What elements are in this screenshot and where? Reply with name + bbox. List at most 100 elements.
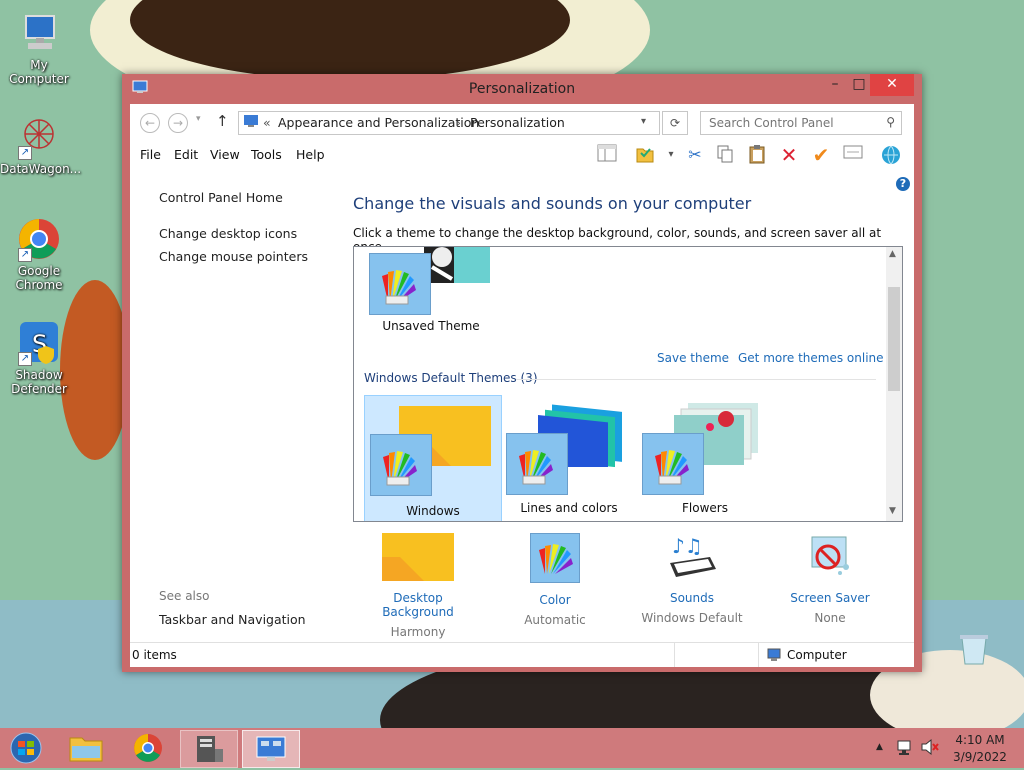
link-control-panel-home[interactable]: Control Panel Home <box>159 190 283 205</box>
sounds-keyboard-icon: ♪♫ <box>666 533 718 581</box>
desktop-icon-datawagon[interactable]: ↗ DataWagon... <box>0 114 81 176</box>
svg-text:♪♫: ♪♫ <box>672 534 703 558</box>
recent-locations-icon[interactable]: ▾ <box>196 114 201 124</box>
forward-button[interactable]: → <box>168 113 188 133</box>
theme-label: Unsaved Theme <box>382 319 480 333</box>
status-item-count: 0 items <box>132 648 177 662</box>
dropdown-arrow-icon[interactable]: ▾ <box>660 144 682 166</box>
scroll-up-icon[interactable]: ▲ <box>889 249 896 259</box>
theme-tile-lines-and-colors[interactable]: Lines and colors <box>502 395 636 519</box>
search-box[interactable]: ⚲ <box>700 111 902 135</box>
search-input[interactable] <box>707 114 876 132</box>
theme-tile-flowers[interactable]: Flowers <box>638 395 772 519</box>
sounds-value: Windows Default <box>641 611 743 625</box>
window-title: Personalization <box>468 81 576 97</box>
taskbar-server-manager-button[interactable] <box>180 730 238 768</box>
group-divider <box>516 379 876 380</box>
theme-tile-unsaved[interactable]: Unsaved Theme <box>364 247 498 337</box>
starburst-icon: ↗ <box>16 114 62 160</box>
delete-icon[interactable]: ✕ <box>778 144 800 166</box>
breadcrumb-separator-icon[interactable]: › <box>456 115 461 130</box>
scrollbar-thumb[interactable] <box>888 287 900 391</box>
theme-label: Windows <box>406 504 460 518</box>
taskbar-explorer-button[interactable] <box>58 730 114 766</box>
address-bar[interactable]: « Appearance and Personalization › Perso… <box>238 111 660 135</box>
theme-tile-windows[interactable]: Windows <box>364 395 502 521</box>
folder-options-icon[interactable] <box>634 144 656 166</box>
desktop-icon-chrome[interactable]: ↗ Google Chrome <box>0 216 78 292</box>
taskbar-chrome-button[interactable] <box>120 730 176 766</box>
screen-saver-link[interactable]: Screen Saver <box>770 591 890 605</box>
volume-muted-icon[interactable] <box>920 738 940 759</box>
link-change-desktop-icons[interactable]: Change desktop icons <box>159 226 297 241</box>
computer-icon <box>767 648 783 665</box>
cut-icon[interactable]: ✂ <box>684 144 706 166</box>
scroll-down-icon[interactable]: ▼ <box>889 506 896 516</box>
link-get-more-themes[interactable]: Get more themes online <box>738 351 884 365</box>
theme-list-scrollbar[interactable]: ▲ ▼ <box>886 247 902 521</box>
clock-time[interactable]: 4:10 AM <box>950 733 1010 747</box>
sounds-link[interactable]: Sounds <box>632 591 752 605</box>
menu-tools[interactable]: Tools <box>251 147 282 162</box>
control-panel-icon <box>243 114 259 131</box>
taskbar: ▲ 4:10 AM 3/9/2022 <box>0 728 1024 768</box>
show-hidden-icons-icon[interactable]: ▲ <box>876 742 883 752</box>
color-setting[interactable]: Color Automatic <box>495 533 615 627</box>
address-overflow[interactable]: « <box>263 115 271 130</box>
breadcrumb-personalization[interactable]: Personalization <box>470 115 565 130</box>
network-icon[interactable] <box>896 738 914 759</box>
desktop-background-link[interactable]: Desktop Background <box>358 591 478 619</box>
desktop-icon-label: My Computer <box>9 58 69 86</box>
desktop-icon-shadow-defender[interactable]: S ↗ Shadow Defender <box>0 320 78 396</box>
menu-bar: File Edit View Tools Help ▾ ✂ ✕ ✔ ? <box>130 140 914 191</box>
computer-icon <box>16 10 62 56</box>
main-pane: Change the visuals and sounds on your co… <box>350 168 914 642</box>
refresh-button[interactable]: ⟳ <box>662 111 688 135</box>
recycle-bin-icon[interactable] <box>956 632 992 666</box>
back-button[interactable]: ← <box>140 113 160 133</box>
preview-pane-icon[interactable] <box>596 144 618 166</box>
color-link[interactable]: Color <box>495 593 615 607</box>
close-button[interactable]: ✕ <box>870 74 914 96</box>
menu-help[interactable]: Help <box>296 147 325 162</box>
menu-edit[interactable]: Edit <box>174 147 198 162</box>
address-dropdown-icon[interactable]: ▾ <box>641 116 646 127</box>
link-save-theme[interactable]: Save theme <box>657 351 729 365</box>
sounds-setting[interactable]: ♪♫ Sounds Windows Default <box>632 533 752 625</box>
status-bar: 0 items Computer <box>130 642 914 667</box>
paste-icon[interactable] <box>746 144 768 166</box>
menu-view[interactable]: View <box>210 147 240 162</box>
shield-icon: S ↗ <box>16 320 62 366</box>
help-globe-icon[interactable] <box>880 144 902 166</box>
search-icon[interactable]: ⚲ <box>886 115 895 129</box>
address-row: ← → ▾ ↑ « Appearance and Personalization… <box>130 104 914 140</box>
view-icon[interactable] <box>842 144 864 166</box>
desktop-background-thumbnail <box>382 533 454 581</box>
color-palette-icon <box>530 533 580 583</box>
taskbar-control-panel-button[interactable] <box>242 730 300 768</box>
theme-color-palette-icon <box>369 253 431 315</box>
title-bar[interactable]: Personalization – □ ✕ <box>122 74 922 102</box>
copy-icon[interactable] <box>714 144 736 166</box>
maximize-button[interactable]: □ <box>848 74 870 96</box>
desktop-icon-label: Shadow Defender <box>11 368 67 396</box>
desktop-icon-my-computer[interactable]: My Computer <box>0 10 78 86</box>
clock-date[interactable]: 3/9/2022 <box>950 750 1010 764</box>
menu-file[interactable]: File <box>140 147 161 162</box>
properties-check-icon[interactable]: ✔ <box>810 144 832 166</box>
start-button[interactable] <box>8 732 44 764</box>
status-location: Computer <box>787 648 847 662</box>
up-button[interactable]: ↑ <box>216 112 229 130</box>
link-taskbar-navigation[interactable]: Taskbar and Navigation <box>159 612 306 627</box>
page-heading: Change the visuals and sounds on your co… <box>353 194 752 213</box>
screen-saver-setting[interactable]: Screen Saver None <box>770 533 890 625</box>
theme-list[interactable]: Unsaved Theme Save theme Get more themes… <box>353 246 903 522</box>
desktop-background-value: Harmony <box>390 625 446 639</box>
status-divider <box>758 643 759 667</box>
theme-preview-image <box>424 247 490 283</box>
link-change-mouse-pointers[interactable]: Change mouse pointers <box>159 249 308 264</box>
desktop-background-setting[interactable]: Desktop Background Harmony <box>358 533 478 639</box>
breadcrumb-appearance[interactable]: Appearance and Personalization <box>278 115 479 130</box>
window-client: ← → ▾ ↑ « Appearance and Personalization… <box>130 104 914 667</box>
minimize-button[interactable]: – <box>822 74 848 96</box>
